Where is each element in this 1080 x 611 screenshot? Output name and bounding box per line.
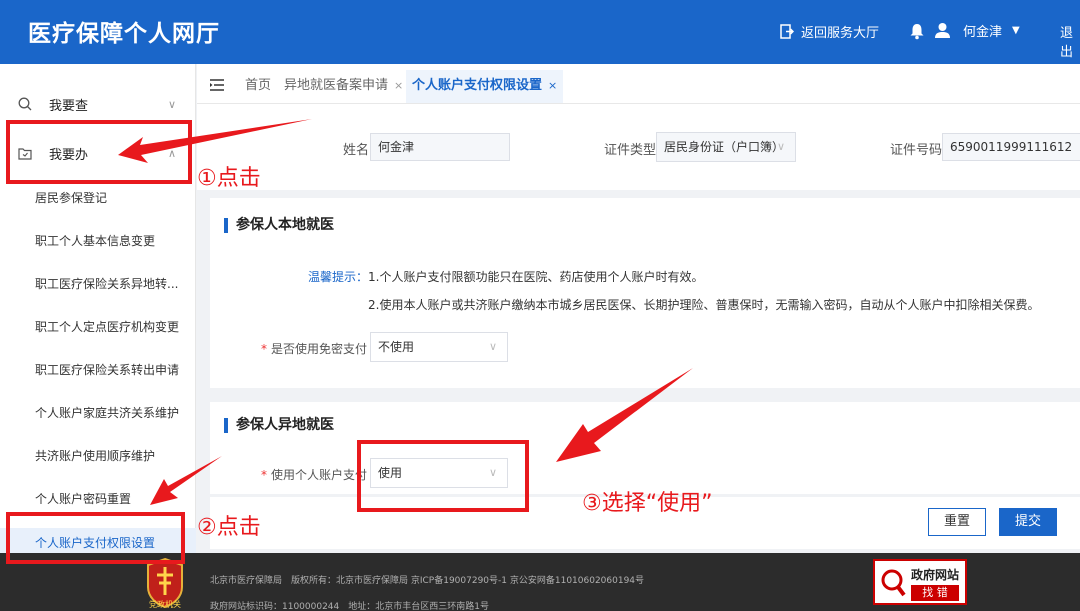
top-header: 医疗保障个人网厅 返回服务大厅 何金津 ▼ 退出 <box>0 0 1080 64</box>
tab-payment-permission[interactable]: 个人账户支付权限设置 × <box>406 70 564 103</box>
identity-row: 姓名 何金津 证件类型 居民身份证（户口簿） ∨ 证件号码 6590011999… <box>197 104 1080 190</box>
name-label: 姓名 <box>343 143 370 158</box>
idtype-value: 居民身份证（户口簿） <box>664 140 785 154</box>
tabs-bar: 首页 异地就医备案申请 × 个人账户支付权限设置 × <box>197 64 1080 104</box>
remote-account-label: * 使用个人账户支付 <box>261 466 367 483</box>
remote-section-title: 参保人异地就医 <box>224 418 334 433</box>
gov-badge-title: 政府网站 <box>911 568 960 582</box>
bell-icon[interactable] <box>908 22 926 40</box>
annotation-step2-text: ②点击 <box>197 515 261 540</box>
sidebar-item-family-share[interactable]: 个人账户家庭共济关系维护 <box>0 398 196 428</box>
search-icon <box>18 97 32 111</box>
sidebar-item-relation-transfer[interactable]: 职工医疗保险关系异地转... <box>0 269 196 299</box>
annotation-step1-text: ①点击 <box>197 166 261 191</box>
magnifier-icon <box>881 569 906 597</box>
submit-button[interactable]: 提交 <box>999 508 1057 536</box>
chevron-down-icon: ∨ <box>776 140 785 153</box>
required-mark: * <box>261 342 267 356</box>
logout-label: 退出 <box>1060 26 1074 60</box>
sidebar-item-share-order[interactable]: 共济账户使用顺序维护 <box>0 441 196 471</box>
tip-line-1: 温馨提示：1.个人账户支付限额功能只在医院、药店使用个人账户时有效。 <box>308 268 703 285</box>
nopassword-select[interactable]: 不使用 ∨ <box>370 332 508 362</box>
idtype-select[interactable]: 居民身份证（户口簿） ∨ <box>656 132 796 162</box>
sidebar-item-designated-change[interactable]: 职工个人定点医疗机构变更 <box>0 312 196 342</box>
user-name: 何金津 <box>963 25 1003 40</box>
local-section-title: 参保人本地就医 <box>224 218 334 233</box>
user-icon <box>935 23 950 38</box>
tab-remote-filing[interactable]: 异地就医备案申请 × <box>284 74 403 93</box>
close-icon[interactable]: × <box>394 79 403 92</box>
nopassword-label: * 是否使用免密支付 <box>261 340 367 357</box>
nopassword-label-text: 是否使用免密支付 <box>271 342 368 356</box>
tab-home-label: 首页 <box>245 78 272 93</box>
annotation-box-step3 <box>357 440 529 512</box>
sidebar-item-password-reset[interactable]: 个人账户密码重置 <box>0 484 196 514</box>
tip-text-1: 1.个人账户支付限额功能只在医院、药店使用个人账户时有效。 <box>368 270 704 284</box>
exit-doc-icon <box>780 24 794 39</box>
chevron-down-icon: ∨ <box>168 97 177 111</box>
annotation-box-step2 <box>6 512 185 564</box>
required-mark: * <box>261 468 267 482</box>
sidebar-item-transfer-out[interactable]: 职工医疗保险关系转出申请 <box>0 355 196 385</box>
site-title: 医疗保障个人网厅 <box>28 21 220 47</box>
menu-group-query-label: 我要查 <box>49 98 89 114</box>
idtype-label: 证件类型 <box>604 143 657 158</box>
footer-address: 政府网站标识码：1100000244 地址：北京市丰台区西三环南路1号 <box>210 602 489 611</box>
close-icon[interactable]: × <box>548 79 557 92</box>
annotation-step3-text: ③选择“使用” <box>582 491 713 516</box>
annotation-box-step1 <box>6 120 192 184</box>
back-to-hall-label: 返回服务大厅 <box>801 26 880 41</box>
user-menu[interactable]: 何金津 ▼ <box>908 21 1020 40</box>
menu-group-query[interactable]: 我要查 ∨ <box>0 89 196 119</box>
gov-site-error-badge[interactable]: 政府网站 找 错 <box>873 559 967 605</box>
back-to-hall-link[interactable]: 返回服务大厅 <box>780 22 879 41</box>
idno-label: 证件号码 <box>890 143 943 158</box>
remote-medical-card: 参保人异地就医 * 使用个人账户支付 使用 ∨ <box>210 402 1080 494</box>
tab-payment-permission-label: 个人账户支付权限设置 <box>412 78 543 93</box>
tab-home[interactable]: 首页 <box>245 74 271 93</box>
chevron-down-icon: ∨ <box>488 340 497 353</box>
caret-down-icon: ▼ <box>1012 25 1020 36</box>
tip-label: 温馨提示： <box>308 270 369 284</box>
tab-remote-filing-label: 异地就医备案申请 <box>284 78 389 93</box>
remote-account-label-text: 使用个人账户支付 <box>271 468 368 482</box>
footer-copyright: 北京市医疗保障局 版权所有：北京市医疗保障局 京ICP备19007290号-1 … <box>210 576 645 586</box>
sidebar-item-resident-enroll[interactable]: 居民参保登记 <box>0 183 196 213</box>
nopassword-value: 不使用 <box>378 340 415 354</box>
reset-button[interactable]: 重置 <box>928 508 986 536</box>
emblem-label: 党政机关 <box>149 600 181 609</box>
logout-link[interactable]: 退出 <box>1060 22 1080 60</box>
name-field[interactable]: 何金津 <box>370 133 510 161</box>
tip-text-2: 2.使用本人账户或共济账户缴纳本市城乡居民医保、长期护理险、普惠保时，无需输入密… <box>368 298 1040 312</box>
idno-field[interactable]: 6590011999111612 <box>942 133 1080 161</box>
sidebar-item-basic-info-change[interactable]: 职工个人基本信息变更 <box>0 226 196 256</box>
local-medical-card: 参保人本地就医 温馨提示：1.个人账户支付限额功能只在医院、药店使用个人账户时有… <box>210 198 1080 388</box>
gov-badge-sub: 找 错 <box>911 585 959 601</box>
menu-collapse-icon[interactable] <box>210 79 224 91</box>
